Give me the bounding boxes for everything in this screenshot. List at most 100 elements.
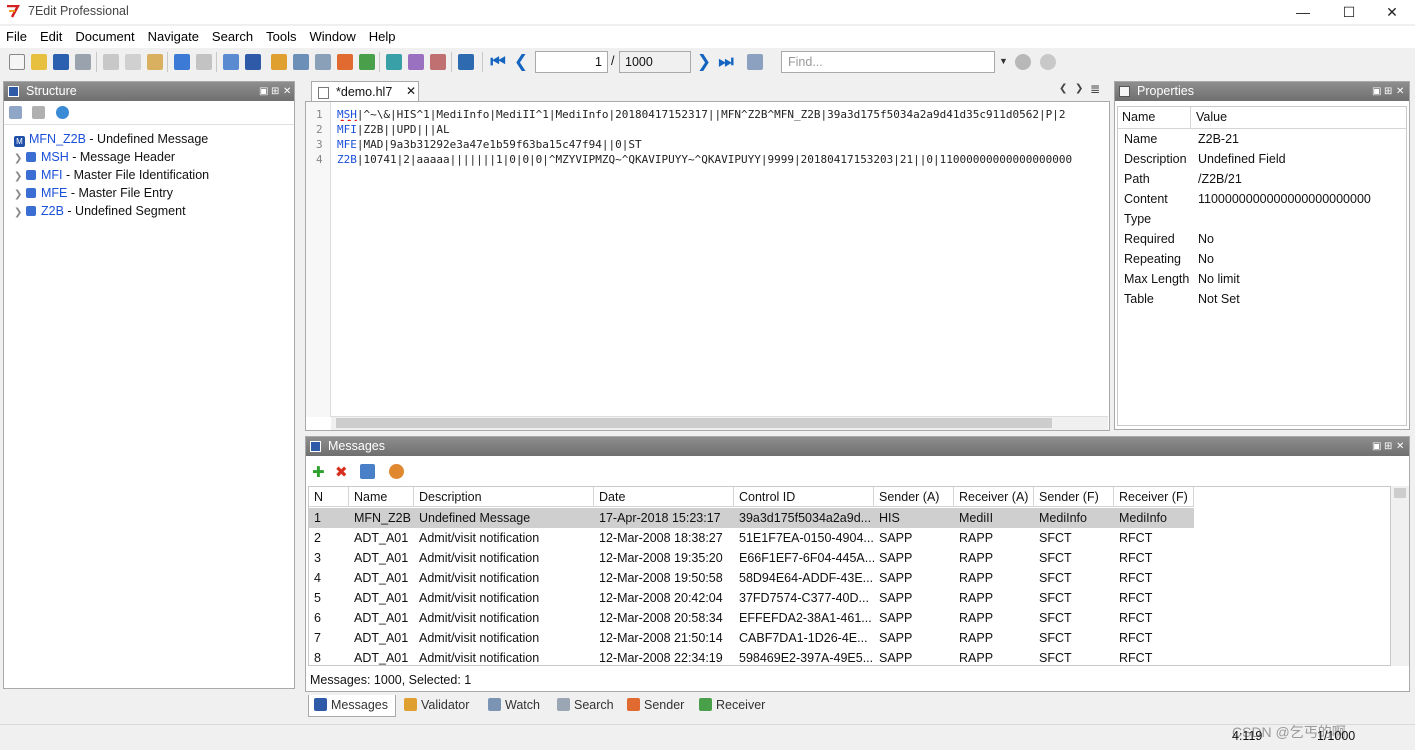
- find-next-icon[interactable]: [1015, 54, 1031, 70]
- pin-panel-icon[interactable]: ⊞: [271, 82, 279, 101]
- hl7-editor[interactable]: 1 2 3 4 MSH|^~\&|HIS^1|MediInfo|MediII^1…: [305, 101, 1110, 431]
- new-document-icon[interactable]: [9, 54, 25, 70]
- code-line[interactable]: MFI|Z2B||UPD|||AL: [337, 123, 1109, 136]
- paste-icon[interactable]: [147, 54, 163, 70]
- tree-item-mfe[interactable]: ❯ MFE - Master File Entry: [14, 184, 173, 202]
- menu-tools[interactable]: Tools: [260, 26, 303, 44]
- maximize-button[interactable]: ☐: [1326, 0, 1372, 24]
- table-row[interactable]: 1 MFN_Z2B Undefined Message 17-Apr-2018 15:…: [309, 508, 1194, 528]
- first-message-icon[interactable]: ⏮: [489, 52, 507, 72]
- editor-tab-demo[interactable]: *demo.hl7 ✕: [311, 81, 419, 102]
- close-panel-icon[interactable]: ✕: [1396, 437, 1404, 456]
- tree-item-msh[interactable]: ❯ MSH - Message Header: [14, 148, 175, 166]
- globe-icon[interactable]: [389, 464, 404, 479]
- menu-search[interactable]: Search: [206, 26, 260, 44]
- close-panel-icon[interactable]: ✕: [283, 82, 291, 101]
- refresh-icon[interactable]: [56, 106, 69, 119]
- column-header[interactable]: Receiver (A): [954, 487, 1034, 507]
- menu-document[interactable]: Document: [69, 26, 141, 44]
- save-all-icon[interactable]: [75, 54, 91, 70]
- column-header[interactable]: Date: [594, 487, 734, 507]
- validate-icon[interactable]: [271, 54, 287, 70]
- database-icon[interactable]: [386, 54, 402, 70]
- scrollbar-thumb[interactable]: [1394, 488, 1406, 498]
- close-tab-icon[interactable]: ✕: [406, 84, 416, 98]
- redo-icon[interactable]: [196, 54, 212, 70]
- undo-icon[interactable]: [174, 54, 190, 70]
- go-to-icon[interactable]: [747, 54, 763, 70]
- code-line[interactable]: MFE|MAD|9a3b31292e3a47e1b59f63ba15c47f94…: [337, 138, 1109, 151]
- menu-edit[interactable]: Edit: [34, 26, 69, 44]
- add-message-icon[interactable]: ✚: [312, 463, 325, 481]
- scrollbar-thumb[interactable]: [336, 418, 1052, 428]
- watch-icon[interactable]: [315, 54, 331, 70]
- tree-item-mfi[interactable]: ❯ MFI - Master File Identification: [14, 166, 209, 184]
- column-header[interactable]: N: [309, 487, 349, 507]
- table-row[interactable]: 8 ADT_A01 Admit/visit notification 12-Mar-2…: [309, 648, 1194, 665]
- menu-file[interactable]: File: [0, 26, 34, 44]
- help-icon[interactable]: [458, 54, 474, 70]
- code-line[interactable]: Z2B|10741|2|aaaaa|||||||1|0|0|0|^MZYVIPM…: [337, 153, 1109, 166]
- column-header[interactable]: Name: [349, 487, 414, 507]
- menu-help[interactable]: Help: [363, 26, 403, 44]
- tree-root-message[interactable]: M MFN_Z2B - Undefined Message: [14, 130, 208, 148]
- tab-watch[interactable]: Watch: [483, 695, 549, 717]
- menu-window[interactable]: Window: [303, 26, 362, 44]
- filter-icon[interactable]: [32, 106, 45, 119]
- table-row[interactable]: 4 ADT_A01 Admit/visit notification 12-Mar-2…: [309, 568, 1194, 588]
- pin-panel-icon[interactable]: ⊞: [1384, 82, 1392, 101]
- table-row[interactable]: 2 ADT_A01 Admit/visit notification 12-Mar-2…: [309, 528, 1194, 548]
- sort-icon[interactable]: [360, 464, 375, 479]
- tab-sender[interactable]: Sender: [622, 695, 688, 717]
- menu-navigate[interactable]: Navigate: [142, 26, 206, 44]
- restore-panel-icon[interactable]: ▣: [1372, 437, 1381, 456]
- table-cell: 12-Mar-2008 19:50:58: [599, 571, 723, 585]
- tab-messages[interactable]: Messages: [308, 695, 396, 717]
- message-view-icon[interactable]: [245, 54, 261, 70]
- receive-icon[interactable]: [359, 54, 375, 70]
- pin-panel-icon[interactable]: ⊞: [1384, 437, 1392, 456]
- cut-icon[interactable]: [103, 54, 119, 70]
- find-previous-icon[interactable]: [1040, 54, 1056, 70]
- send-icon[interactable]: [337, 54, 353, 70]
- close-button[interactable]: ✕: [1369, 0, 1415, 24]
- delete-message-icon[interactable]: ✖: [335, 463, 348, 481]
- structure-view-icon[interactable]: [223, 54, 239, 70]
- column-header[interactable]: Sender (F): [1034, 487, 1114, 507]
- messages-vertical-scrollbar[interactable]: [1391, 486, 1409, 666]
- tab-search[interactable]: Search: [552, 695, 619, 717]
- restore-panel-icon[interactable]: ▣: [259, 82, 268, 101]
- next-message-icon[interactable]: ❯: [695, 52, 713, 72]
- column-header[interactable]: Control ID: [734, 487, 874, 507]
- previous-message-icon[interactable]: ❮: [512, 52, 530, 72]
- tab-receiver[interactable]: Receiver: [694, 695, 769, 717]
- table-row[interactable]: 5 ADT_A01 Admit/visit notification 12-Mar-2…: [309, 588, 1194, 608]
- tab-validator[interactable]: Validator: [399, 695, 479, 717]
- table-row[interactable]: 7 ADT_A01 Admit/visit notification 12-Mar-2…: [309, 628, 1194, 648]
- column-header[interactable]: Description: [414, 487, 594, 507]
- find-input[interactable]: Find...: [781, 51, 995, 73]
- column-header[interactable]: Receiver (F): [1114, 487, 1194, 507]
- compare-icon[interactable]: [430, 54, 446, 70]
- save-icon[interactable]: [53, 54, 69, 70]
- close-panel-icon[interactable]: ✕: [1396, 82, 1404, 101]
- table-row[interactable]: 3 ADT_A01 Admit/visit notification 12-Mar-2…: [309, 548, 1194, 568]
- profile-icon[interactable]: [408, 54, 424, 70]
- code-line[interactable]: MSH|^~\&|HIS^1|MediInfo|MediII^1|MediInf…: [337, 108, 1109, 121]
- page-current-input[interactable]: 1: [535, 51, 608, 73]
- find-dropdown-icon[interactable]: ▼: [999, 56, 1008, 66]
- restore-panel-icon[interactable]: ▣: [1372, 82, 1381, 101]
- copy-icon[interactable]: [125, 54, 141, 70]
- tree-item-z2b[interactable]: ❯ Z2B - Undefined Segment: [14, 202, 186, 220]
- tab-scroll-left-icon[interactable]: ❮: [1059, 83, 1067, 94]
- chevron-right-icon[interactable]: ❯: [14, 204, 26, 222]
- tab-scroll-right-icon[interactable]: ❯: [1075, 83, 1083, 94]
- transform-icon[interactable]: [293, 54, 309, 70]
- last-message-icon[interactable]: ⏭: [717, 52, 735, 72]
- collapse-all-icon[interactable]: [9, 106, 22, 119]
- table-row[interactable]: 6 ADT_A01 Admit/visit notification 12-Mar-2…: [309, 608, 1194, 628]
- minimize-button[interactable]: —: [1280, 0, 1326, 24]
- column-header[interactable]: Sender (A): [874, 487, 954, 507]
- open-folder-icon[interactable]: [31, 54, 47, 70]
- tab-list-icon[interactable]: ≣: [1090, 82, 1100, 96]
